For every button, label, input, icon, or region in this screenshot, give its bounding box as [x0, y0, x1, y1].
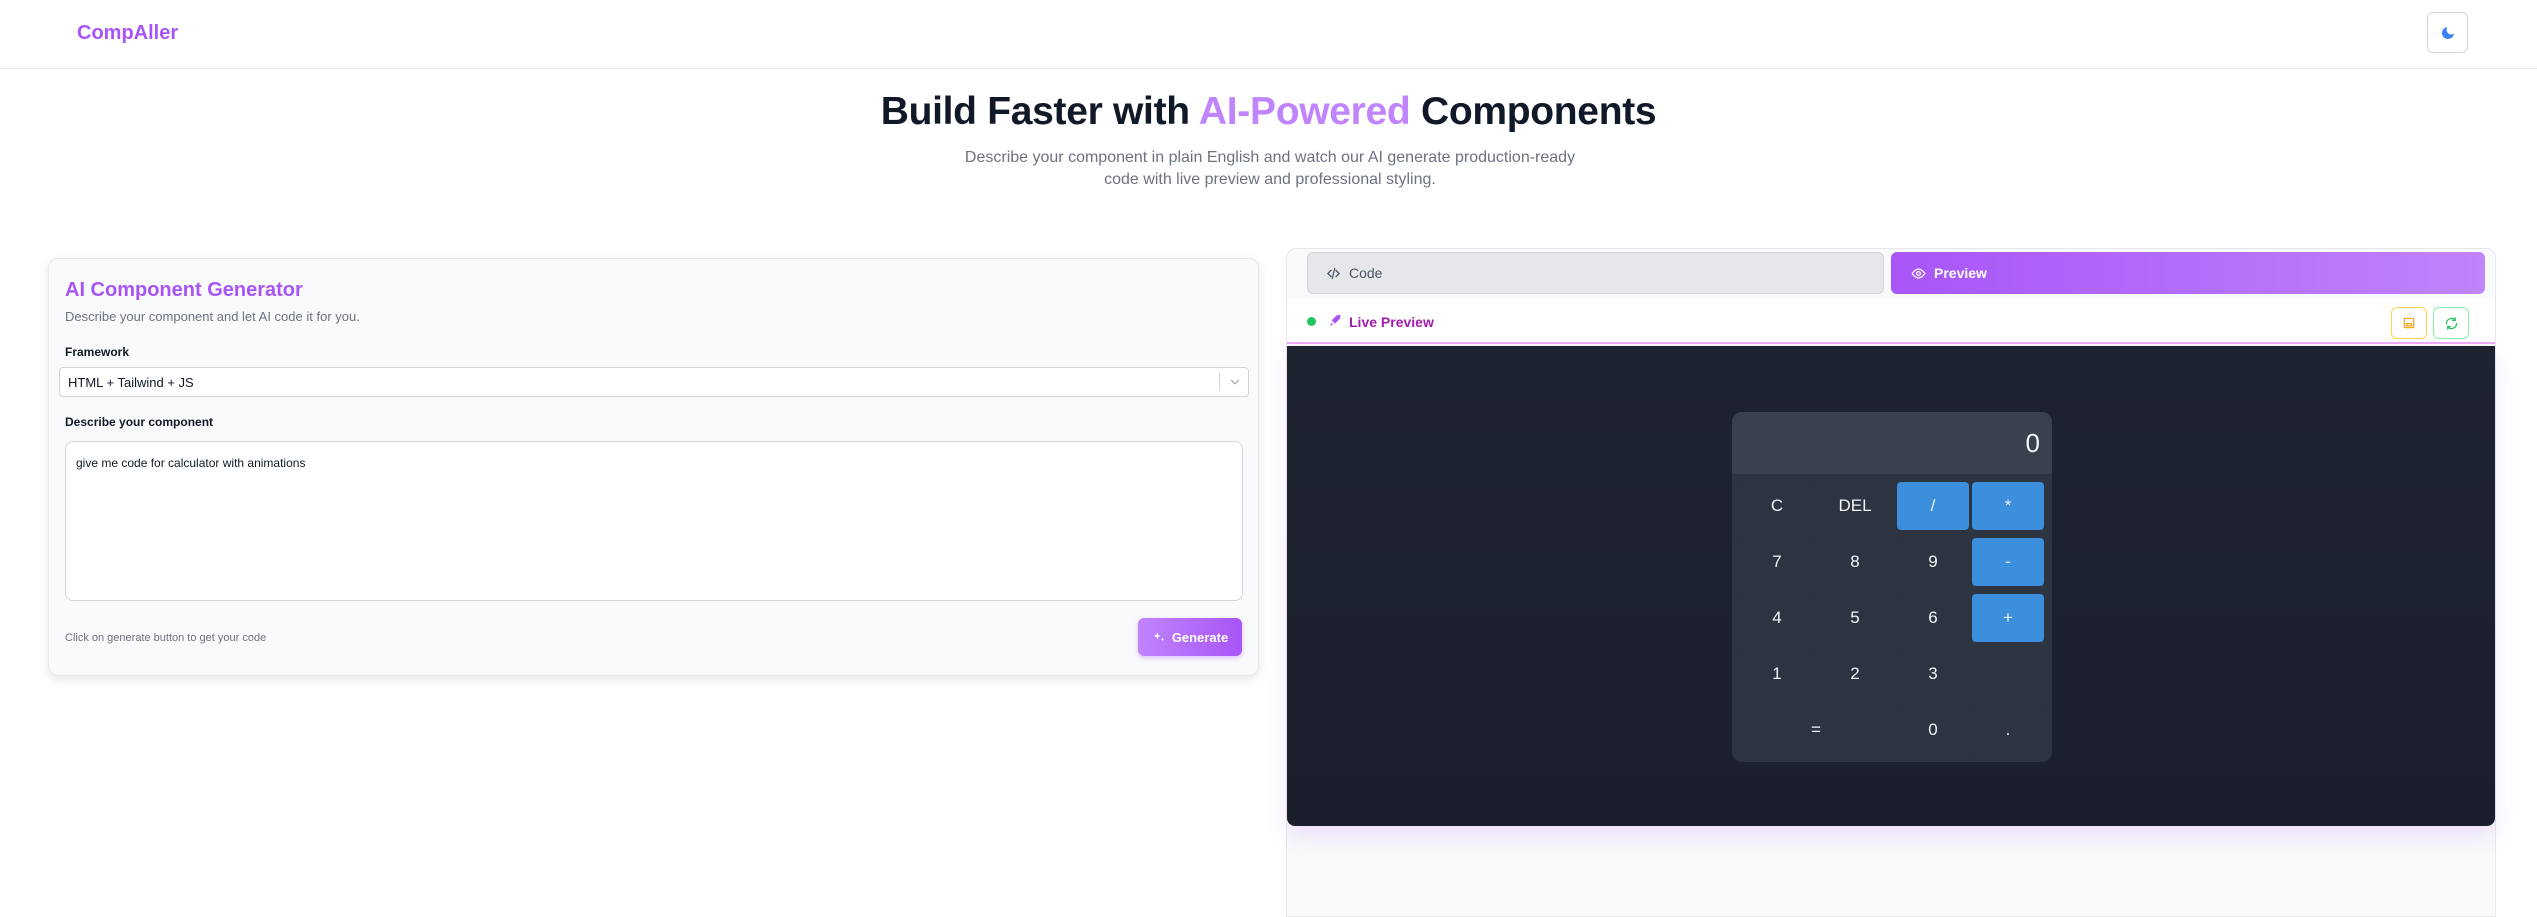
hero-title: Build Faster with AI-Powered Components — [0, 90, 2537, 134]
rocket-icon — [1329, 314, 1341, 327]
live-preview-label: Live Preview — [1349, 314, 1434, 330]
generate-button[interactable]: Generate — [1138, 618, 1242, 656]
calculator-key[interactable]: DEL — [1819, 482, 1891, 530]
code-icon — [1326, 267, 1341, 279]
calculator: 0 C DEL / * 7 8 9- 4 5 6 +1 2 3 = 0. — [1732, 412, 2052, 762]
refresh-button[interactable] — [2433, 307, 2469, 339]
live-status-dot — [1307, 317, 1316, 326]
calculator-key[interactable]: = — [1780, 706, 1852, 754]
tab-code[interactable]: Code — [1307, 252, 1884, 294]
generate-button-label: Generate — [1171, 629, 1229, 645]
theme-toggle-button[interactable] — [2427, 12, 2468, 53]
generate-hint: Click on generate button to get your cod… — [65, 632, 267, 644]
calculator-key[interactable]: 6 — [1897, 594, 1969, 642]
framework-selected-value: HTML + Tailwind + JS — [68, 375, 194, 390]
calculator-key[interactable]: 2 — [1819, 650, 1891, 698]
calculator-key[interactable]: + — [1972, 594, 2044, 642]
calculator-key[interactable]: C — [1741, 482, 1813, 530]
preview-stage: 0 C DEL / * 7 8 9- 4 5 6 +1 2 3 = 0. — [1287, 346, 2495, 826]
tab-preview[interactable]: Preview — [1891, 252, 2485, 294]
save-icon — [2403, 317, 2415, 329]
tab-code-label: Code — [1349, 265, 1383, 281]
select-divider — [1219, 373, 1220, 391]
framework-select[interactable]: HTML + Tailwind + JS — [59, 367, 1249, 397]
calculator-key[interactable]: . — [1972, 706, 2044, 754]
save-button[interactable] — [2391, 307, 2427, 339]
refresh-icon — [2445, 316, 2457, 330]
hero-subtitle: Describe your component in plain English… — [964, 149, 1576, 188]
calculator-key[interactable]: 8 — [1819, 538, 1891, 586]
generator-description: Describe your component and let AI code … — [65, 309, 360, 324]
hero-title-end: Components — [1410, 90, 1657, 133]
top-bar: CompAller — [0, 0, 2537, 69]
chevron-down-icon — [1230, 379, 1240, 385]
calculator-key[interactable]: 7 — [1741, 538, 1813, 586]
calculator-key[interactable]: / — [1897, 482, 1969, 530]
generator-title: AI Component Generator — [65, 279, 303, 301]
tab-preview-label: Preview — [1934, 265, 1987, 281]
calculator-key[interactable]: 9 — [1897, 538, 1969, 586]
prompt-label: Describe your component — [65, 415, 214, 429]
preview-panel: Code Preview Live Preview 0 C DEL / * 7 … — [1286, 248, 2496, 917]
logo[interactable]: CompAller — [77, 22, 178, 45]
calculator-key[interactable]: 3 — [1897, 650, 1969, 698]
prompt-textarea[interactable]: give me code for calculator with animati… — [65, 441, 1243, 601]
calculator-key[interactable]: 5 — [1819, 594, 1891, 642]
live-preview-bar: Live Preview — [1287, 299, 2495, 344]
sparkles-icon — [1153, 632, 1165, 642]
hero-title-start: Build Faster with — [880, 90, 1199, 133]
calculator-display: 0 — [1732, 412, 2052, 474]
calculator-key[interactable]: - — [1972, 538, 2044, 586]
calculator-key[interactable]: 1 — [1741, 650, 1813, 698]
calculator-key[interactable]: * — [1972, 482, 2044, 530]
generator-card: AI Component Generator Describe your com… — [48, 258, 1259, 676]
calculator-key[interactable]: 0 — [1897, 706, 1969, 754]
hero-title-accent: AI-Powered — [1198, 90, 1411, 133]
moon-icon — [2441, 26, 2454, 39]
calculator-key[interactable]: 4 — [1741, 594, 1813, 642]
framework-label: Framework — [65, 345, 130, 359]
eye-icon — [1911, 267, 1926, 279]
